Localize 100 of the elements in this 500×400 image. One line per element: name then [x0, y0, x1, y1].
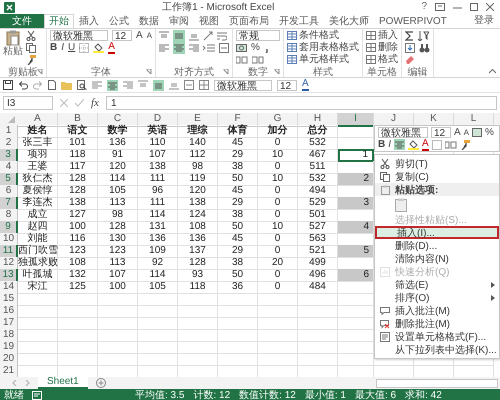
table-cell: 138: [138, 161, 178, 174]
cells-button[interactable]: 删除: [366, 42, 398, 53]
font-color-button[interactable]: A: [422, 138, 429, 150]
bold-button[interactable]: B: [50, 42, 58, 52]
menu-item[interactable]: 插入(I)...: [375, 226, 499, 239]
row-header[interactable]: 5: [0, 173, 18, 186]
shrink-font-button[interactable]: A: [464, 128, 470, 136]
menu-item[interactable]: 插入批注(M): [375, 304, 499, 317]
table-cell: 116: [58, 233, 98, 246]
row-header[interactable]: 4: [0, 161, 18, 174]
font-name-field[interactable]: 微软雅黑: [50, 30, 108, 41]
menu-heading: 粘贴选项:: [375, 183, 499, 196]
table-cell: 0: [258, 233, 298, 246]
row-header[interactable]: 20: [0, 353, 18, 366]
grow-font-button[interactable]: A: [454, 128, 461, 138]
font-color-button[interactable]: A: [108, 42, 115, 54]
paste-button[interactable]: 粘贴: [3, 30, 23, 66]
row-header[interactable]: 9: [0, 221, 18, 234]
percent-button[interactable]: %: [251, 42, 260, 52]
font-size-field[interactable]: 12: [112, 30, 132, 41]
font-size-field[interactable]: 12: [277, 80, 297, 90]
table-cell: 项羽: [18, 149, 58, 162]
group-label: 字体: [91, 66, 111, 78]
cells-button[interactable]: 插入: [366, 30, 398, 41]
font-name-field[interactable]: 微软雅黑: [214, 80, 272, 90]
ribbon-tab[interactable]: 插入: [74, 14, 104, 28]
row-header[interactable]: 12: [0, 257, 18, 270]
row-header[interactable]: 19: [0, 341, 18, 354]
menu-item[interactable]: 排序(O): [375, 291, 499, 304]
table-cell: 夏侯惇: [18, 185, 58, 198]
ribbon-tab[interactable]: 开发工具: [274, 14, 324, 28]
table-cell: 105: [98, 185, 138, 198]
table-cell: 98: [98, 209, 138, 222]
menu-item[interactable]: 剪切(T): [375, 157, 499, 170]
sheet-tab[interactable]: Sheet1: [38, 377, 88, 389]
menu-item[interactable]: 删除(D)...: [375, 239, 499, 252]
row-header[interactable]: 1: [0, 125, 18, 138]
table-cell: 123: [58, 245, 98, 258]
row-header[interactable]: 15: [0, 293, 18, 306]
menu-item[interactable]: 筛选(E): [375, 278, 499, 291]
column-header[interactable]: I: [338, 113, 374, 127]
help-button[interactable]: ?: [421, 2, 427, 12]
italic-button[interactable]: I: [61, 42, 64, 52]
table-cell: 128: [58, 173, 98, 186]
group-label: 单元格: [367, 66, 398, 78]
row-header[interactable]: 8: [0, 209, 18, 222]
ribbon-tab[interactable]: 页面布局: [224, 14, 274, 28]
table-cell: 130: [98, 233, 138, 246]
bold-button[interactable]: B: [378, 140, 386, 150]
ribbon-tab[interactable]: 视图: [194, 14, 224, 28]
status-stat: 求和: 42: [405, 388, 442, 400]
styles-button[interactable]: 条件格式: [287, 30, 360, 41]
table-cell: 92: [138, 257, 178, 270]
ribbon-tab[interactable]: POWERPIVOT: [374, 14, 452, 28]
styles-button[interactable]: 套用表格格式: [287, 42, 360, 53]
font-color-button[interactable]: A: [302, 79, 309, 91]
window-title: 工作簿1 - Microsoft Excel: [161, 1, 276, 14]
ribbon-tab[interactable]: 文件: [0, 14, 44, 28]
grow-font-button[interactable]: A: [136, 30, 143, 40]
row-header[interactable]: 2: [0, 137, 18, 150]
formula-field[interactable]: 1: [106, 96, 497, 110]
row-header[interactable]: 18: [0, 329, 18, 342]
ribbon-tab[interactable]: 美化大师: [324, 14, 374, 28]
ribbon-tab[interactable]: 审阅: [164, 14, 194, 28]
table-cell: 511: [298, 161, 338, 174]
row-header[interactable]: 13: [0, 269, 18, 282]
row-header[interactable]: 16: [0, 305, 18, 318]
number-format-field[interactable]: 常规: [236, 30, 280, 41]
menu-item[interactable]: 清除内容(N): [375, 252, 499, 265]
table-cell: 120: [178, 185, 218, 198]
menu-item[interactable]: 删除批注(M): [375, 317, 499, 330]
ribbon-tab[interactable]: 开始: [44, 14, 74, 28]
table-cell: 李连杰: [18, 197, 58, 210]
name-box[interactable]: I3: [3, 96, 53, 110]
row-header[interactable]: 6: [0, 185, 18, 198]
ribbon-tab[interactable]: 数据: [134, 14, 164, 28]
font-name-field[interactable]: 微软雅黑: [378, 127, 428, 138]
row-header[interactable]: 7: [0, 197, 18, 210]
row-header[interactable]: 11: [0, 245, 18, 258]
underline-button[interactable]: U: [68, 42, 76, 52]
row-header[interactable]: 10: [0, 233, 18, 246]
sign-in-link[interactable]: 登录: [474, 14, 494, 28]
row-header[interactable]: 17: [0, 317, 18, 330]
table-cell: 50: [218, 173, 258, 186]
ribbon-tab[interactable]: 公式: [104, 14, 134, 28]
menu-item[interactable]: 从下拉列表中选择(K)...: [375, 343, 499, 356]
row-header[interactable]: 14: [0, 281, 18, 294]
insert-function-button[interactable]: fx: [91, 98, 99, 108]
percent-button[interactable]: %: [485, 128, 494, 138]
row-header[interactable]: 3: [0, 149, 18, 162]
menu-item[interactable]: 设置单元格格式(F)...: [375, 330, 499, 343]
table-cell: 117: [58, 161, 98, 174]
cells-button[interactable]: 格式: [366, 54, 398, 65]
row-header[interactable]: 21: [0, 365, 18, 378]
menu-item[interactable]: 复制(C): [375, 170, 499, 183]
shrink-font-button[interactable]: A: [146, 32, 152, 40]
table-cell: 499: [298, 257, 338, 270]
styles-button[interactable]: 单元格样式: [287, 54, 360, 65]
font-size-field[interactable]: 12: [431, 127, 451, 138]
italic-button[interactable]: I: [388, 140, 392, 150]
